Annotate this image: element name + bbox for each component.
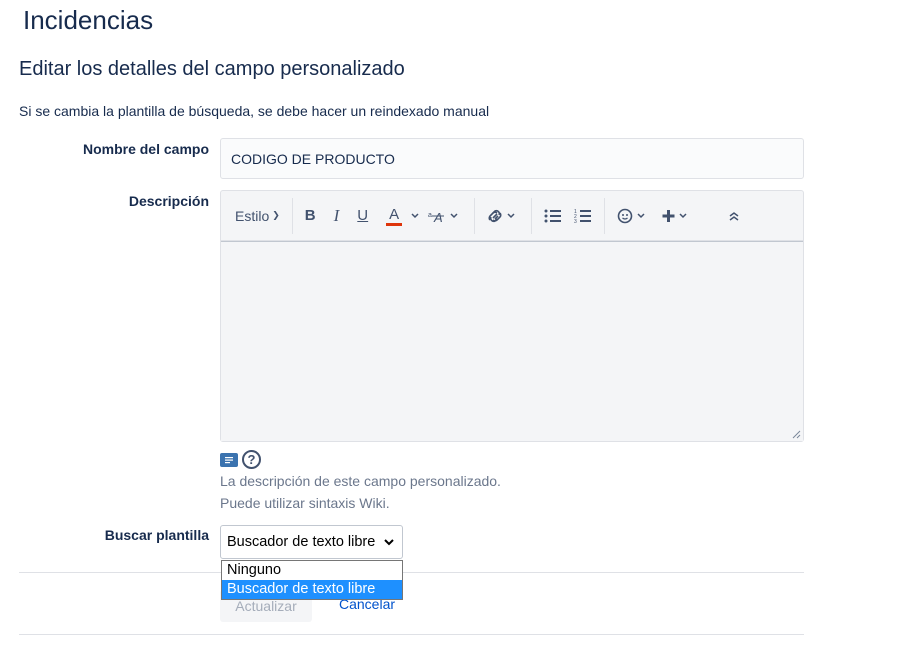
text-color-icon: A [389,206,400,223]
style-dropdown[interactable]: Estilo ❯ [225,200,286,232]
numbered-list-icon: 1 2 3 [574,209,592,223]
link-dropdown[interactable] [481,200,525,232]
description-textarea[interactable] [221,241,803,441]
wiki-hint: Puede utilizar sintaxis Wiki. [220,495,390,511]
search-template-select[interactable]: Buscador de texto libre [220,525,403,559]
svg-text:a: a [428,212,432,219]
chevron-down-icon [411,212,419,218]
reindex-notice: Si se cambia la plantilla de búsqueda, s… [19,103,490,119]
text-color-bar [386,223,403,226]
underline-button[interactable]: U [351,200,374,232]
description-label: Descripción [128,193,209,209]
footer-divider [19,634,804,635]
bullet-list-button[interactable] [538,200,568,232]
double-chevron-up-icon [729,211,739,221]
search-template-label: Buscar plantilla [104,527,209,543]
svg-text:3: 3 [574,219,577,223]
form-divider [19,572,804,573]
editor-helpers: ? [220,450,261,469]
toolbar-divider [604,197,606,234]
field-name-label: Nombre del campo [82,141,209,157]
bullet-list-icon [544,209,562,222]
insert-dropdown[interactable] [655,200,699,232]
option-buscador-texto-libre[interactable]: Buscador de texto libre [222,580,402,599]
emoji-dropdown[interactable] [611,200,655,232]
plus-icon [662,209,687,222]
text-format-dropdown[interactable]: a A [422,200,468,232]
link-icon [488,209,515,222]
italic-button[interactable]: I [328,200,346,232]
text-effects-icon: a A [428,210,458,223]
resize-handle-icon[interactable] [791,429,801,439]
description-hint: La descripción de este campo personaliza… [220,473,501,489]
emoji-icon [617,208,645,223]
description-editor: Estilo ❯ B I U A a A 1 2 3 [220,190,804,442]
text-color-chevron[interactable] [408,200,422,232]
search-template-value: Buscador de texto libre [227,534,376,550]
section-title: Editar los detalles del campo personaliz… [19,58,405,80]
search-template-options: Ninguno Buscador de texto libre [221,560,403,600]
style-label: Estilo [235,207,270,224]
toolbar-divider [474,197,476,234]
page-title: Incidencias [23,5,154,35]
field-name-input[interactable]: CODIGO DE PRODUCTO [220,138,804,179]
help-icon[interactable]: ? [242,450,261,469]
editor-toolbar: Estilo ❯ B I U A a A 1 2 3 [221,191,803,241]
option-ninguno[interactable]: Ninguno [222,561,402,580]
wiki-markup-icon[interactable] [220,452,238,467]
toolbar-divider [531,197,533,234]
chevron-down-icon [384,539,394,546]
numbered-list-button[interactable]: 1 2 3 [568,200,598,232]
collapse-toolbar-button[interactable] [721,200,747,232]
chevron-down-icon: ❯ [272,210,280,220]
toolbar-divider [291,197,293,234]
bold-button[interactable]: B [299,200,322,232]
text-color-button[interactable]: A [380,200,408,232]
document-icon [225,456,233,463]
